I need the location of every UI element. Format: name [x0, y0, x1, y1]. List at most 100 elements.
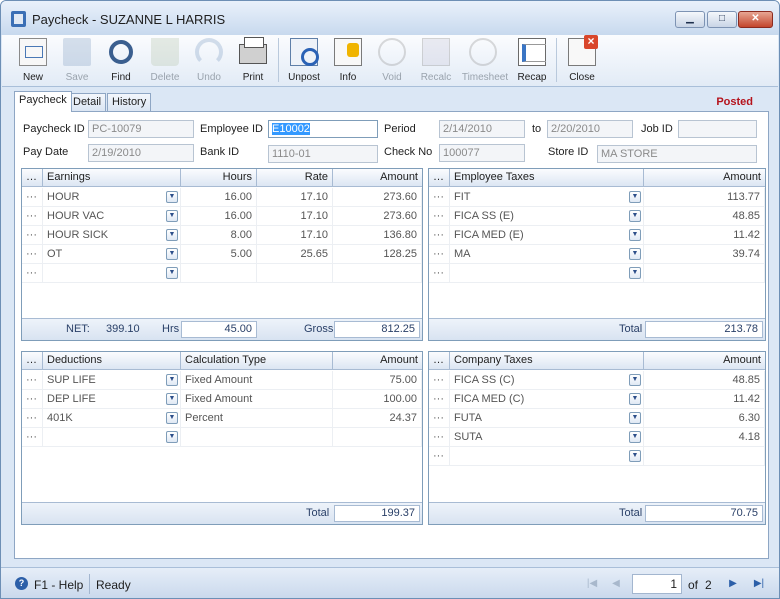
- rate-cell[interactable]: [257, 264, 333, 283]
- table-row[interactable]: ··· ▼: [429, 264, 765, 283]
- amount-cell[interactable]: 11.42: [644, 226, 765, 245]
- amount-cell[interactable]: [644, 447, 765, 466]
- table-row[interactable]: ··· SUTA ▼ 4.18: [429, 428, 765, 447]
- amount-cell[interactable]: [333, 428, 422, 447]
- tax-name-cell[interactable]: FICA MED (E): [450, 226, 644, 245]
- chevron-down-icon[interactable]: ▼: [629, 210, 641, 222]
- chevron-down-icon[interactable]: ▼: [629, 374, 641, 386]
- deduction-name-cell[interactable]: 401K: [43, 409, 181, 428]
- unpost-button[interactable]: Unpost: [281, 35, 327, 85]
- tax-name-cell[interactable]: FUTA: [450, 409, 644, 428]
- rate-column-header[interactable]: Rate: [257, 169, 333, 186]
- rate-cell[interactable]: 25.65: [257, 245, 333, 264]
- table-row[interactable]: ··· FICA MED (E) ▼ 11.42: [429, 226, 765, 245]
- void-button[interactable]: Void: [369, 35, 415, 85]
- last-page-icon[interactable]: ▶|: [752, 577, 766, 591]
- table-row[interactable]: ··· FICA MED (C) ▼ 11.42: [429, 390, 765, 409]
- calculation-type-cell[interactable]: [181, 428, 333, 447]
- recap-button[interactable]: Recap: [509, 35, 555, 85]
- rate-cell[interactable]: 17.10: [257, 207, 333, 226]
- job-id-field[interactable]: [678, 120, 757, 138]
- new-button[interactable]: New: [10, 35, 56, 85]
- undo-button[interactable]: Undo: [186, 35, 232, 85]
- hours-cell[interactable]: 16.00: [181, 188, 257, 207]
- table-row[interactable]: ··· FIT ▼ 113.77: [429, 188, 765, 207]
- tax-name-cell[interactable]: FICA SS (C): [450, 371, 644, 390]
- table-row[interactable]: ··· ▼: [22, 264, 422, 283]
- deduction-name-cell[interactable]: SUP LIFE: [43, 371, 181, 390]
- chevron-down-icon[interactable]: ▼: [629, 393, 641, 405]
- table-row[interactable]: ··· HOUR VAC ▼ 16.00 17.10 273.60: [22, 207, 422, 226]
- table-row[interactable]: ··· HOUR ▼ 16.00 17.10 273.60: [22, 188, 422, 207]
- amount-cell[interactable]: 11.42: [644, 390, 765, 409]
- amount-cell[interactable]: 128.25: [333, 245, 422, 264]
- employee-taxes-column-header[interactable]: Employee Taxes: [450, 169, 644, 186]
- calculation-type-cell[interactable]: Percent: [181, 409, 333, 428]
- amount-cell[interactable]: 136.80: [333, 226, 422, 245]
- chevron-down-icon[interactable]: ▼: [629, 267, 641, 279]
- page-number-input[interactable]: 1: [632, 574, 682, 594]
- table-row[interactable]: ··· FICA SS (E) ▼ 48.85: [429, 207, 765, 226]
- print-button[interactable]: Print: [230, 35, 276, 85]
- tax-name-cell[interactable]: SUTA: [450, 428, 644, 447]
- chevron-down-icon[interactable]: ▼: [166, 229, 178, 241]
- amount-cell[interactable]: 100.00: [333, 390, 422, 409]
- deduction-name-cell[interactable]: [43, 428, 181, 447]
- earning-name-cell[interactable]: HOUR VAC: [43, 207, 181, 226]
- table-row[interactable]: ··· MA ▼ 39.74: [429, 245, 765, 264]
- amount-cell[interactable]: 4.18: [644, 428, 765, 447]
- paycheck-id-field[interactable]: PC-10079: [88, 120, 194, 138]
- chevron-down-icon[interactable]: ▼: [166, 267, 178, 279]
- table-row[interactable]: ··· ▼: [429, 447, 765, 466]
- chevron-down-icon[interactable]: ▼: [629, 229, 641, 241]
- tab-detail[interactable]: Detail: [68, 93, 107, 111]
- chevron-down-icon[interactable]: ▼: [629, 412, 641, 424]
- tax-name-cell[interactable]: FICA SS (E): [450, 207, 644, 226]
- deductions-column-header[interactable]: Deductions: [43, 352, 181, 369]
- amount-cell[interactable]: 24.37: [333, 409, 422, 428]
- save-button[interactable]: Save: [54, 35, 100, 85]
- table-row[interactable]: ··· FICA SS (C) ▼ 48.85: [429, 371, 765, 390]
- amount-cell[interactable]: 113.77: [644, 188, 765, 207]
- employee-id-field[interactable]: E10002: [268, 120, 378, 138]
- timesheet-button[interactable]: Timesheet: [460, 35, 510, 85]
- calculation-type-cell[interactable]: Fixed Amount: [181, 390, 333, 409]
- bank-id-field[interactable]: 1110-01: [268, 145, 378, 163]
- info-button[interactable]: Info: [325, 35, 371, 85]
- chevron-down-icon[interactable]: ▼: [629, 191, 641, 203]
- first-page-icon[interactable]: |◀: [585, 577, 599, 591]
- close-window-button[interactable]: ✕: [738, 11, 773, 28]
- chevron-down-icon[interactable]: ▼: [166, 248, 178, 260]
- hours-cell[interactable]: 5.00: [181, 245, 257, 264]
- check-no-field[interactable]: 100077: [439, 144, 525, 162]
- calculation-type-cell[interactable]: Fixed Amount: [181, 371, 333, 390]
- calculation-type-column-header[interactable]: Calculation Type: [181, 352, 333, 369]
- amount-cell[interactable]: 75.00: [333, 371, 422, 390]
- amount-cell[interactable]: 48.85: [644, 371, 765, 390]
- tax-name-cell[interactable]: FIT: [450, 188, 644, 207]
- chevron-down-icon[interactable]: ▼: [166, 431, 178, 443]
- tax-name-cell[interactable]: [450, 447, 644, 466]
- hours-cell[interactable]: [181, 264, 257, 283]
- previous-page-icon[interactable]: ◀: [609, 577, 623, 591]
- amount-column-header[interactable]: Amount: [333, 352, 422, 369]
- amount-cell[interactable]: 273.60: [333, 188, 422, 207]
- earning-name-cell[interactable]: HOUR SICK: [43, 226, 181, 245]
- table-row[interactable]: ··· SUP LIFE ▼ Fixed Amount 75.00: [22, 371, 422, 390]
- chevron-down-icon[interactable]: ▼: [629, 450, 641, 462]
- company-taxes-column-header[interactable]: Company Taxes: [450, 352, 644, 369]
- rate-cell[interactable]: 17.10: [257, 226, 333, 245]
- table-row[interactable]: ··· FUTA ▼ 6.30: [429, 409, 765, 428]
- earning-name-cell[interactable]: OT: [43, 245, 181, 264]
- tax-name-cell[interactable]: FICA MED (C): [450, 390, 644, 409]
- recalc-button[interactable]: Recalc: [413, 35, 459, 85]
- rate-cell[interactable]: 17.10: [257, 188, 333, 207]
- table-row[interactable]: ··· DEP LIFE ▼ Fixed Amount 100.00: [22, 390, 422, 409]
- earning-name-cell[interactable]: HOUR: [43, 188, 181, 207]
- hours-cell[interactable]: 8.00: [181, 226, 257, 245]
- deduction-name-cell[interactable]: DEP LIFE: [43, 390, 181, 409]
- close-button[interactable]: Close: [559, 35, 605, 85]
- amount-cell[interactable]: 48.85: [644, 207, 765, 226]
- maximize-button[interactable]: □: [707, 11, 737, 28]
- next-page-icon[interactable]: ▶: [726, 577, 740, 591]
